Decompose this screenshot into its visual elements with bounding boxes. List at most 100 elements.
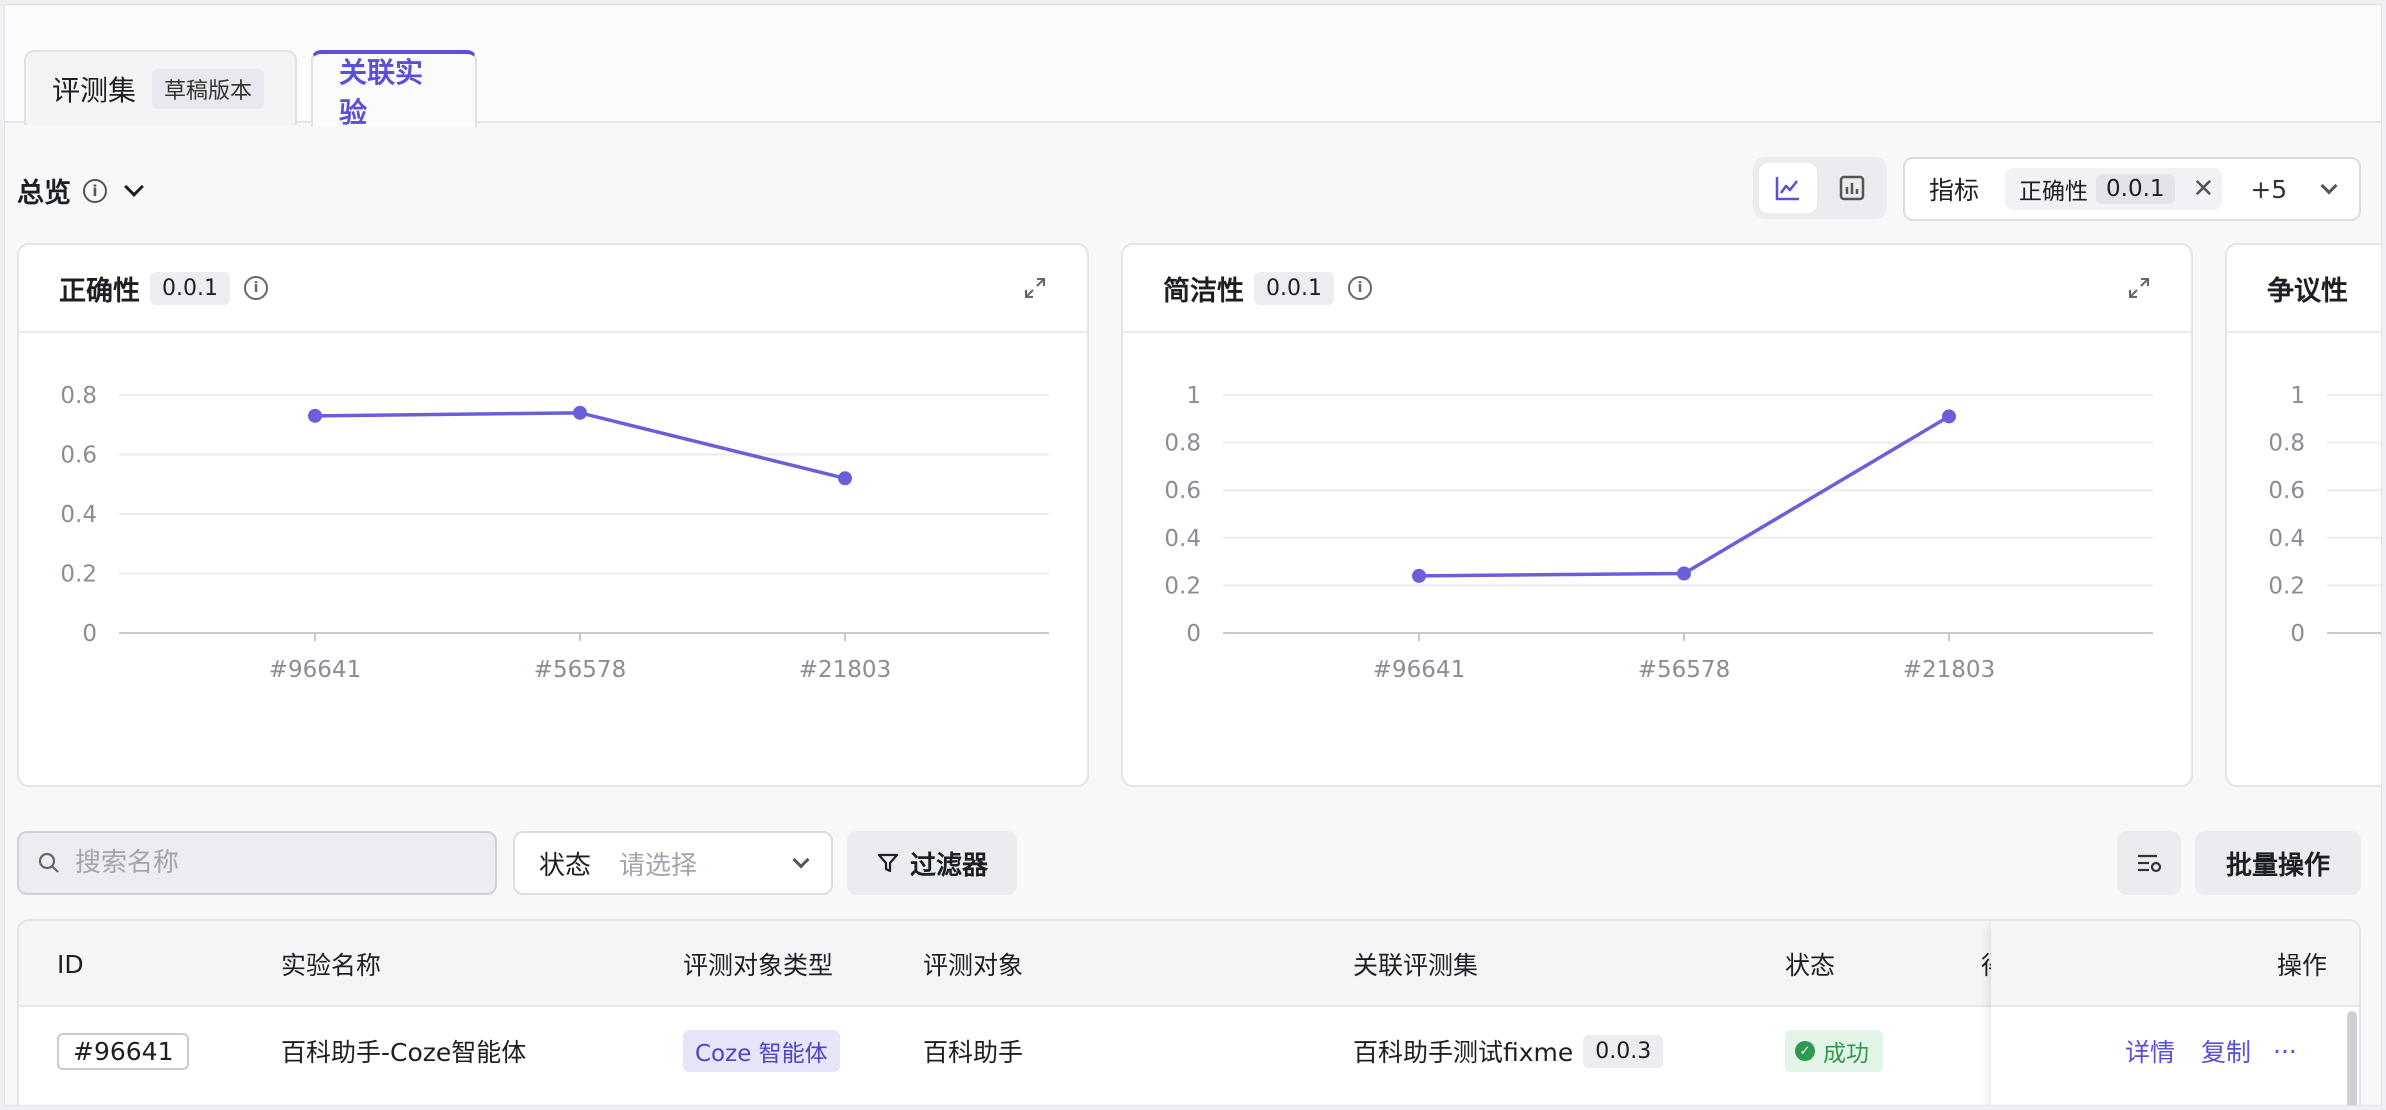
x-tick-label: #96641 — [269, 657, 361, 683]
experiment-id-badge[interactable]: #96641 — [57, 1032, 190, 1070]
table-row-id-cell: #96641 — [57, 1009, 190, 1093]
x-tick-label: #21803 — [799, 657, 891, 683]
search-icon — [38, 852, 59, 873]
y-tick-label: 0.4 — [2268, 526, 2305, 552]
close-icon[interactable]: ✕ — [2193, 174, 2215, 204]
status-select-placeholder: 请选择 — [619, 850, 698, 881]
conciseness-line-chart: 0 0.2 0.4 0.6 0.8 1 #96641 #56578 #21803 — [1164, 383, 2153, 683]
y-tick-label: 0.6 — [2268, 478, 2305, 504]
chart-card-header: 争议性 — [2227, 245, 2381, 333]
status-select[interactable]: 状态 请选择 — [513, 831, 833, 895]
tab-related-experiments[interactable]: 关联实验 — [311, 50, 477, 129]
y-tick-label: 0 — [2290, 621, 2305, 647]
chart-view-toggle — [1753, 157, 1887, 219]
y-tick-label: 0.4 — [1164, 526, 1201, 552]
chart-version-badge: 0.0.1 — [1254, 271, 1334, 305]
x-tick-label: #56578 — [1638, 657, 1730, 683]
filter-button[interactable]: 过滤器 — [847, 831, 1017, 895]
experiments-table: ID 实验名称 评测对象类型 评测对象 关联评测集 状态 得 #96641 百科… — [17, 919, 2361, 1105]
search-box — [17, 831, 497, 895]
x-tick-label: #21803 — [1903, 657, 1995, 683]
copy-link[interactable]: 复制 — [2201, 1009, 2251, 1093]
y-tick-label: 0.6 — [60, 443, 97, 469]
details-link-label: 详情 — [2125, 1038, 2176, 1067]
x-tick-label: #56578 — [534, 657, 626, 683]
status-cell: ✓ 成功 — [1785, 1009, 1883, 1093]
check-circle-icon: ✓ — [1795, 1041, 1815, 1061]
column-header-target: 评测对象 — [923, 951, 1024, 980]
x-tick-label: #96641 — [1373, 657, 1465, 683]
data-point[interactable] — [573, 405, 587, 420]
y-tick-label: 0 — [1186, 621, 1201, 647]
more-icon: ··· — [2273, 1036, 2297, 1066]
y-tick-label: 0.4 — [60, 502, 97, 528]
tab-dataset[interactable]: 评测集 草稿版本 — [24, 50, 297, 125]
y-tick-label: 0.8 — [60, 383, 97, 409]
y-tick-label: 0.2 — [60, 562, 97, 588]
data-point[interactable] — [1677, 566, 1691, 581]
overview-title: 总览 — [17, 178, 71, 209]
chart-version-badge: 0.0.1 — [150, 271, 230, 305]
chevron-down-icon — [792, 851, 810, 869]
status-badge-label: 成功 — [1823, 1041, 1869, 1067]
draft-version-badge: 草稿版本 — [152, 68, 265, 109]
metric-tag-version: 0.0.1 — [2096, 174, 2175, 204]
column-header-status: 状态 — [1785, 951, 1836, 980]
experiment-name: 百科助手-Coze智能体 — [281, 1038, 527, 1067]
chart-title: 争议性 — [2267, 275, 2348, 307]
series-line — [1418, 414, 1950, 578]
column-header-dataset: 关联评测集 — [1353, 951, 1479, 980]
tab-related-experiments-label: 关联实验 — [339, 55, 424, 129]
chart-card-conciseness: 简洁性 0.0.1 i 0 0.2 0.4 0.6 0.8 1 #96641 #56578 #2… — [1121, 243, 2193, 787]
controversy-line-chart: 0 0.2 0.4 0.6 0.8 1 — [2268, 383, 2381, 647]
copy-link-label: 复制 — [2201, 1038, 2252, 1067]
table-scrollbar[interactable] — [2347, 1011, 2357, 1105]
filter-button-label: 过滤器 — [909, 850, 988, 881]
bar-chart-icon — [1839, 175, 1865, 201]
overview-toggle[interactable]: 总览 i — [17, 171, 144, 210]
y-tick-label: 0.2 — [2268, 573, 2305, 599]
y-tick-label: 0.2 — [1164, 573, 1201, 599]
y-tick-label: 1 — [1186, 383, 1201, 409]
filter-icon — [877, 853, 899, 873]
chart-card-controversy: 争议性 0 0.2 0.4 0.6 0.8 1 — [2225, 243, 2381, 787]
data-point[interactable] — [838, 471, 852, 486]
line-chart-view-button[interactable] — [1759, 163, 1817, 213]
column-settings-icon — [2138, 854, 2162, 873]
status-select-label: 状态 — [539, 850, 592, 881]
chevron-down-icon — [124, 176, 144, 197]
app-frame: 评测集 草稿版本 关联实验 总览 i 指标 正确性 0.0.1 ✕ +5 正确性… — [4, 4, 2382, 1106]
data-point[interactable] — [1412, 568, 1426, 583]
dataset-name: 百科助手测试fixme — [1353, 1038, 1574, 1067]
metric-tag: 正确性 0.0.1 ✕ — [2005, 168, 2223, 210]
data-point[interactable] — [308, 408, 322, 423]
chevron-down-icon — [2320, 177, 2338, 195]
y-tick-label: 0.6 — [1164, 478, 1201, 504]
target-type-tag: Coze 智能体 — [683, 1030, 840, 1072]
expand-icon[interactable] — [1023, 276, 1047, 300]
column-header-id: ID — [57, 949, 84, 979]
details-link[interactable]: 详情 — [2125, 1009, 2175, 1093]
column-header-name: 实验名称 — [281, 951, 382, 980]
bar-chart-view-button[interactable] — [1823, 163, 1881, 213]
metric-select-label: 指标 — [1929, 176, 1980, 205]
target-name: 百科助手 — [923, 1038, 1024, 1067]
metric-select[interactable]: 指标 正确性 0.0.1 ✕ +5 — [1903, 157, 2361, 221]
column-settings-button[interactable] — [2117, 831, 2181, 895]
info-icon: i — [1347, 276, 1372, 300]
metric-tag-name: 正确性 — [2019, 179, 2089, 205]
column-header-actions: 操作 — [2276, 951, 2327, 980]
more-actions-button[interactable]: ··· — [2273, 1009, 2297, 1093]
expand-icon[interactable] — [2127, 276, 2151, 300]
tab-bar: 评测集 草稿版本 关联实验 — [5, 5, 2381, 129]
y-tick-label: 0 — [82, 621, 97, 647]
batch-operation-button[interactable]: 批量操作 — [2195, 831, 2361, 895]
search-input[interactable] — [75, 848, 475, 878]
tab-dataset-label: 评测集 — [52, 73, 137, 107]
chart-card-correctness: 正确性 0.0.1 i 0 0.2 0.4 0.6 0.8 #96641 #56578 #21… — [17, 243, 1089, 787]
y-tick-label: 0.8 — [1164, 431, 1201, 457]
data-point[interactable] — [1942, 409, 1956, 424]
info-icon: i — [243, 276, 268, 300]
actions-column: 操作 详情 复制 ··· — [1991, 921, 2359, 1105]
line-chart-icon — [1775, 177, 1799, 201]
